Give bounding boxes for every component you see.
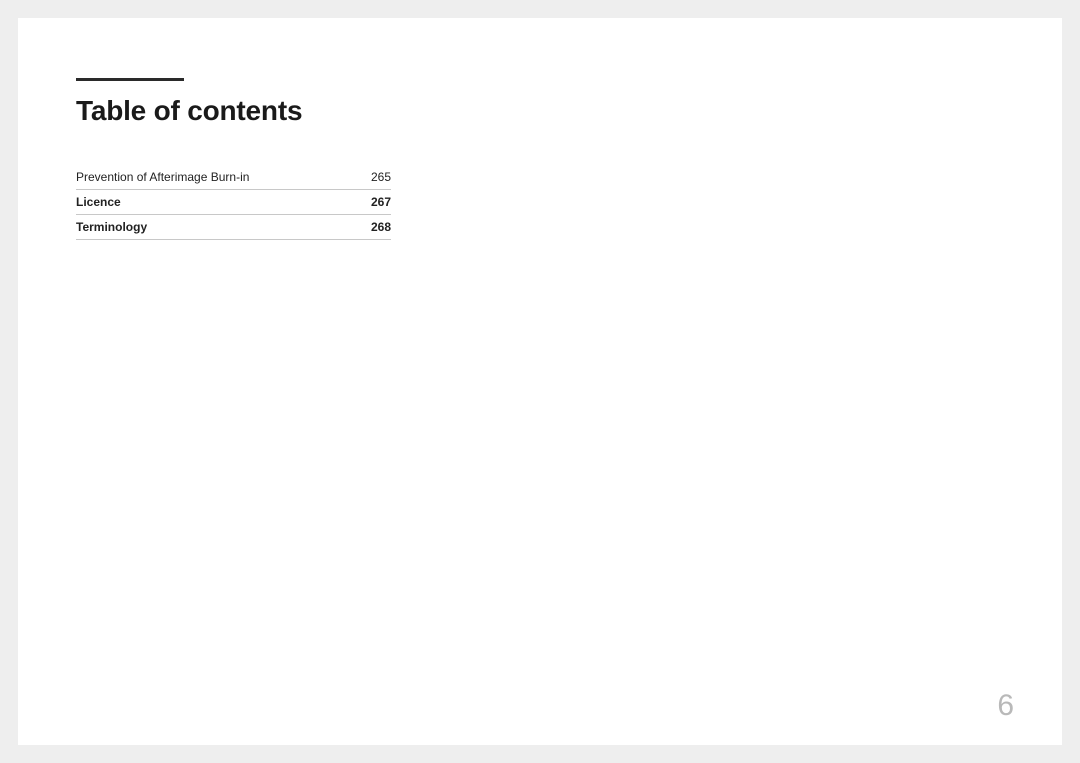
table-of-contents: Prevention of Afterimage Burn-in 265 Lic… — [76, 165, 391, 240]
toc-entry-label: Licence — [76, 195, 351, 209]
toc-entry: Terminology 268 — [76, 215, 391, 240]
toc-entry-page: 267 — [351, 195, 391, 209]
page-title: Table of contents — [76, 95, 1004, 127]
toc-entry-page: 265 — [351, 170, 391, 184]
toc-entry: Prevention of Afterimage Burn-in 265 — [76, 165, 391, 190]
toc-entry: Licence 267 — [76, 190, 391, 215]
page-number: 6 — [997, 689, 1014, 723]
toc-entry-page: 268 — [351, 220, 391, 234]
toc-entry-label: Prevention of Afterimage Burn-in — [76, 170, 351, 184]
heading-rule — [76, 78, 184, 81]
toc-entry-label: Terminology — [76, 220, 351, 234]
document-page: Table of contents Prevention of Afterima… — [18, 18, 1062, 745]
